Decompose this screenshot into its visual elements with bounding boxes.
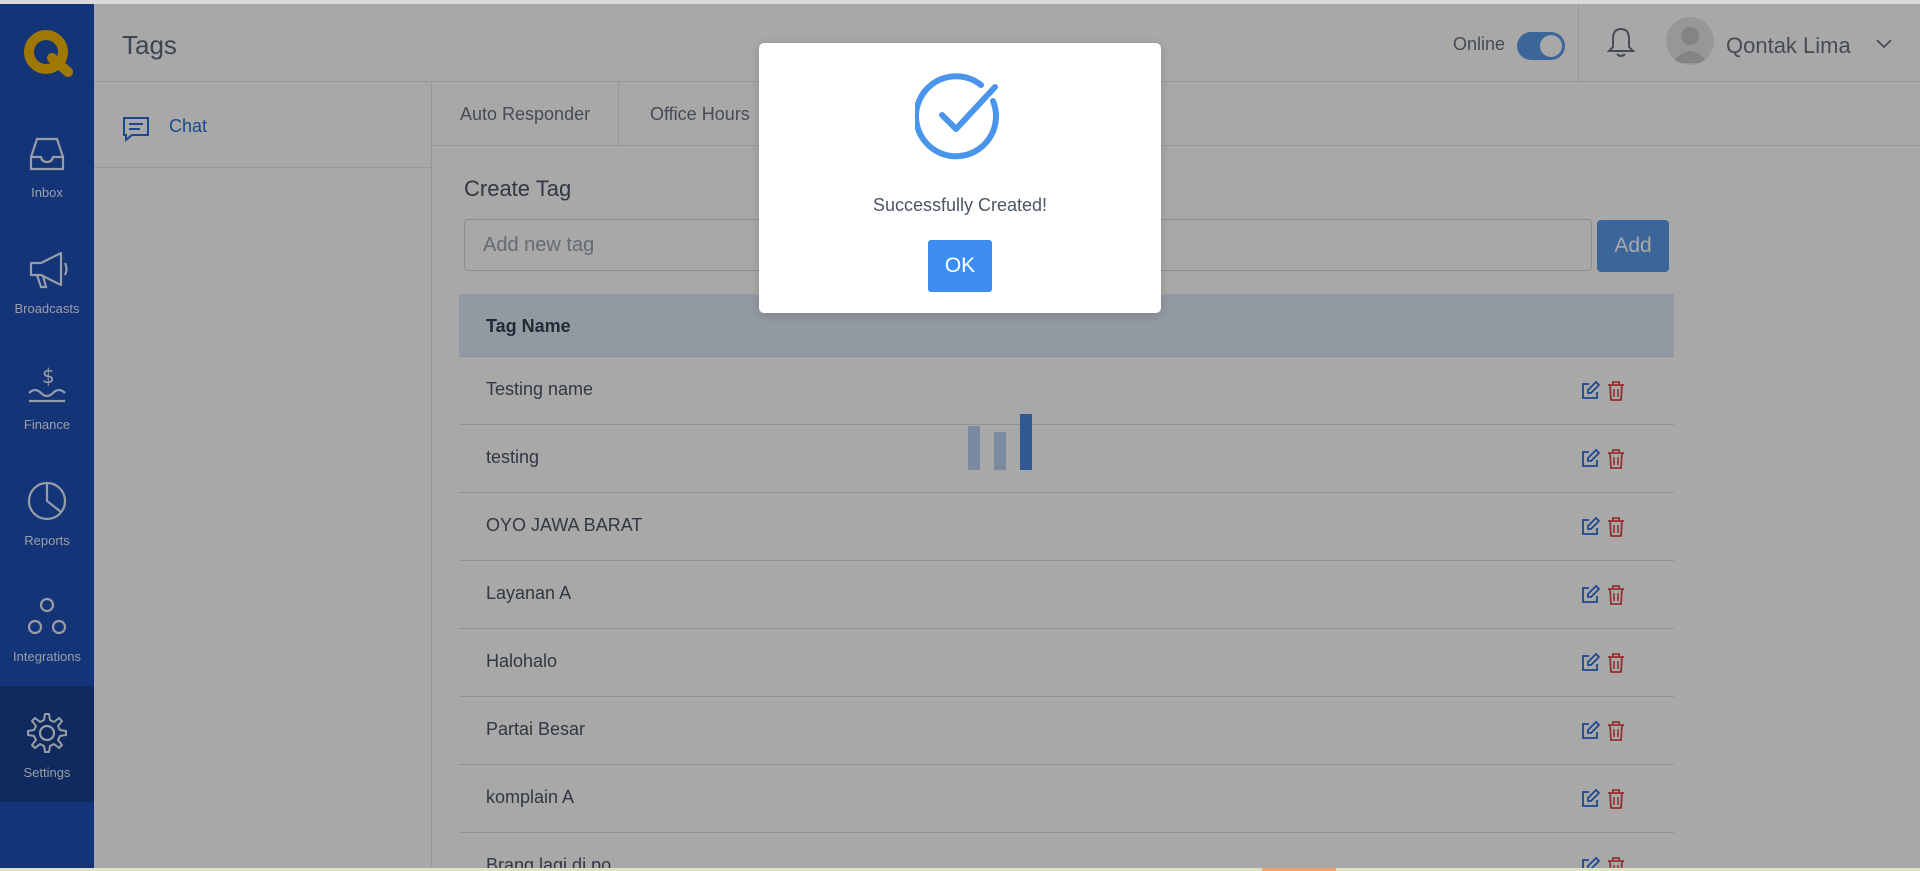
success-dialog: Successfully Created! OK bbox=[759, 43, 1161, 313]
success-check-icon bbox=[915, 73, 1000, 160]
dialog-message: Successfully Created! bbox=[872, 195, 1048, 215]
ok-button[interactable]: OK bbox=[928, 240, 992, 292]
